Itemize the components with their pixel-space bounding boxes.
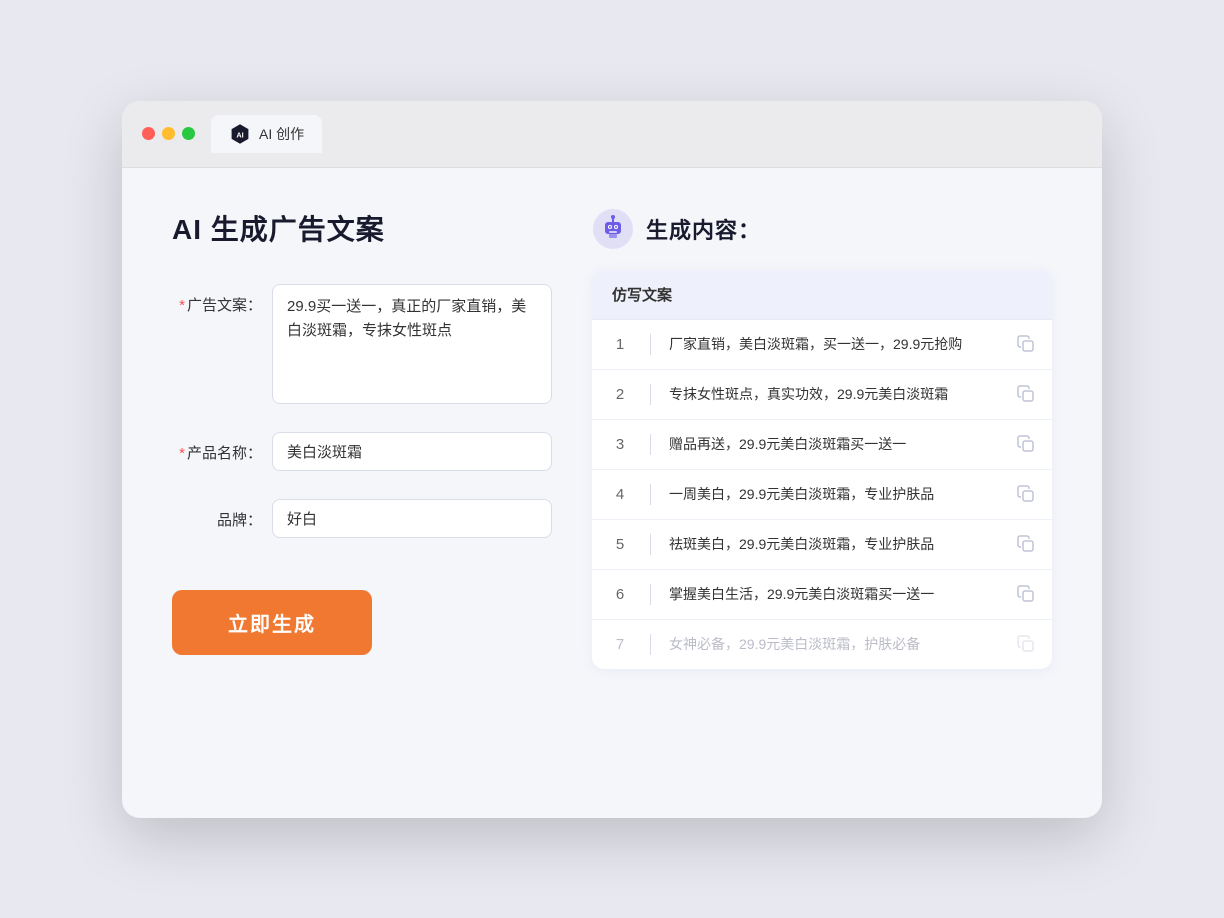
table-row: 7 女神必备，29.9元美白淡斑霜，护肤必备 — [592, 620, 1052, 669]
table-row: 5 祛斑美白，29.9元美白淡斑霜，专业护肤品 — [592, 520, 1052, 570]
row-num: 5 — [608, 536, 632, 553]
copy-icon[interactable] — [1016, 434, 1036, 454]
product-name-input[interactable] — [272, 432, 552, 471]
brand-input[interactable] — [272, 499, 552, 538]
copy-icon[interactable] — [1016, 534, 1036, 554]
tab-label: AI 创作 — [259, 124, 304, 144]
row-text: 掌握美白生活，29.9元美白淡斑霜买一送一 — [669, 584, 1002, 605]
row-num: 6 — [608, 586, 632, 603]
page-title: AI 生成广告文案 — [172, 208, 552, 248]
divider — [650, 434, 651, 455]
result-header: 生成内容： — [592, 208, 1052, 250]
copy-icon[interactable] — [1016, 634, 1036, 654]
ad-copy-input[interactable]: 29.9买一送一，真正的厂家直销，美白淡斑霜，专抹女性斑点 — [272, 284, 552, 404]
table-row: 4 一周美白，29.9元美白淡斑霜，专业护肤品 — [592, 470, 1052, 520]
copy-icon[interactable] — [1016, 384, 1036, 404]
divider — [650, 584, 651, 605]
row-num: 1 — [608, 336, 632, 353]
required-star: * — [179, 297, 185, 314]
copy-icon[interactable] — [1016, 584, 1036, 604]
divider — [650, 634, 651, 655]
title-bar: AI AI 创作 — [122, 101, 1102, 168]
main-content: AI 生成广告文案 *广告文案： 29.9买一送一，真正的厂家直销，美白淡斑霜，… — [122, 168, 1102, 818]
table-row: 6 掌握美白生活，29.9元美白淡斑霜买一送一 — [592, 570, 1052, 620]
required-star-2: * — [179, 445, 185, 462]
row-text: 一周美白，29.9元美白淡斑霜，专业护肤品 — [669, 484, 1002, 505]
generate-button[interactable]: 立即生成 — [172, 590, 372, 655]
product-name-label: *产品名称： — [172, 432, 262, 463]
ai-tab[interactable]: AI AI 创作 — [211, 115, 322, 153]
row-num: 7 — [608, 636, 632, 653]
ad-copy-group: *广告文案： 29.9买一送一，真正的厂家直销，美白淡斑霜，专抹女性斑点 — [172, 284, 552, 404]
table-header: 仿写文案 — [592, 270, 1052, 320]
table-row: 1 厂家直销，美白淡斑霜，买一送一，29.9元抢购 — [592, 320, 1052, 370]
result-table: 仿写文案 1 厂家直销，美白淡斑霜，买一送一，29.9元抢购 2 专抹女性斑点，… — [592, 270, 1052, 669]
ad-copy-label: *广告文案： — [172, 284, 262, 315]
product-name-group: *产品名称： — [172, 432, 552, 471]
copy-icon[interactable] — [1016, 484, 1036, 504]
close-button[interactable] — [142, 127, 155, 140]
traffic-lights — [142, 127, 195, 140]
row-text: 专抹女性斑点，真实功效，29.9元美白淡斑霜 — [669, 384, 1002, 405]
divider — [650, 334, 651, 355]
row-text: 祛斑美白，29.9元美白淡斑霜，专业护肤品 — [669, 534, 1002, 555]
brand-label: 品牌： — [172, 499, 262, 530]
row-text: 女神必备，29.9元美白淡斑霜，护肤必备 — [669, 634, 1002, 655]
table-row: 3 赠品再送，29.9元美白淡斑霜买一送一 — [592, 420, 1052, 470]
svg-text:AI: AI — [236, 130, 243, 139]
divider — [650, 384, 651, 405]
copy-icon[interactable] — [1016, 334, 1036, 354]
divider — [650, 534, 651, 555]
minimize-button[interactable] — [162, 127, 175, 140]
maximize-button[interactable] — [182, 127, 195, 140]
ai-tab-icon: AI — [229, 123, 251, 145]
row-num: 3 — [608, 436, 632, 453]
divider — [650, 484, 651, 505]
left-panel: AI 生成广告文案 *广告文案： 29.9买一送一，真正的厂家直销，美白淡斑霜，… — [172, 208, 552, 768]
brand-group: 品牌： — [172, 499, 552, 538]
row-text: 赠品再送，29.9元美白淡斑霜买一送一 — [669, 434, 1002, 455]
robot-icon — [592, 208, 634, 250]
row-text: 厂家直销，美白淡斑霜，买一送一，29.9元抢购 — [669, 334, 1002, 355]
result-title: 生成内容： — [646, 213, 761, 245]
right-panel: 生成内容： 仿写文案 1 厂家直销，美白淡斑霜，买一送一，29.9元抢购 — [592, 208, 1052, 768]
row-num: 2 — [608, 386, 632, 403]
table-row: 2 专抹女性斑点，真实功效，29.9元美白淡斑霜 — [592, 370, 1052, 420]
browser-window: AI AI 创作 AI 生成广告文案 *广告文案： 29.9买一送一，真正的厂家… — [122, 101, 1102, 818]
row-num: 4 — [608, 486, 632, 503]
